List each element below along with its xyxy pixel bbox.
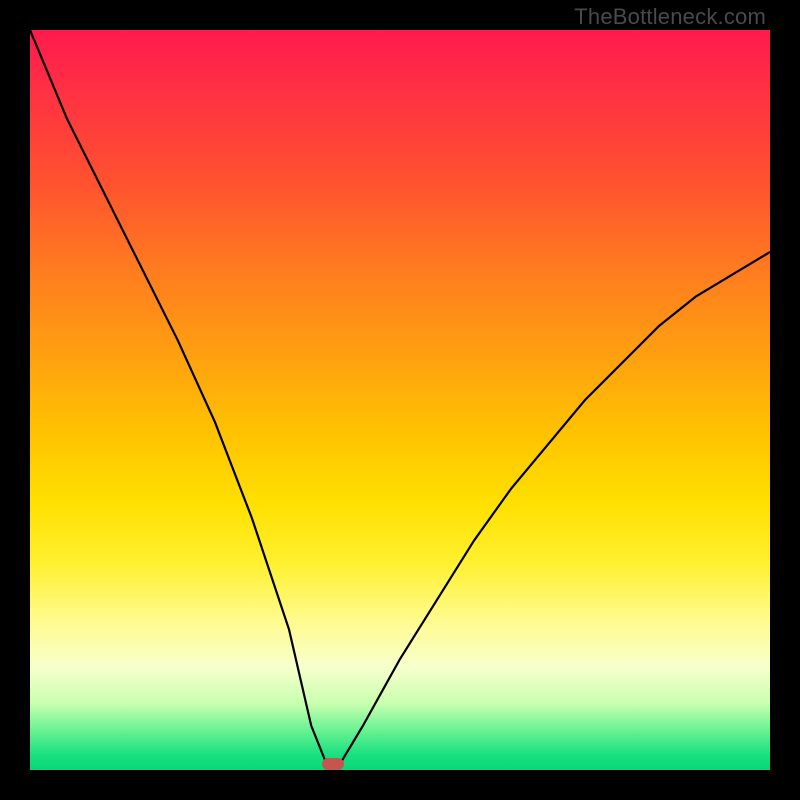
plot-area (30, 30, 770, 770)
optimum-marker (322, 758, 344, 770)
watermark-text: TheBottleneck.com (574, 4, 766, 30)
curve-path (30, 30, 770, 770)
bottleneck-curve (30, 30, 770, 770)
chart-frame: TheBottleneck.com (0, 0, 800, 800)
